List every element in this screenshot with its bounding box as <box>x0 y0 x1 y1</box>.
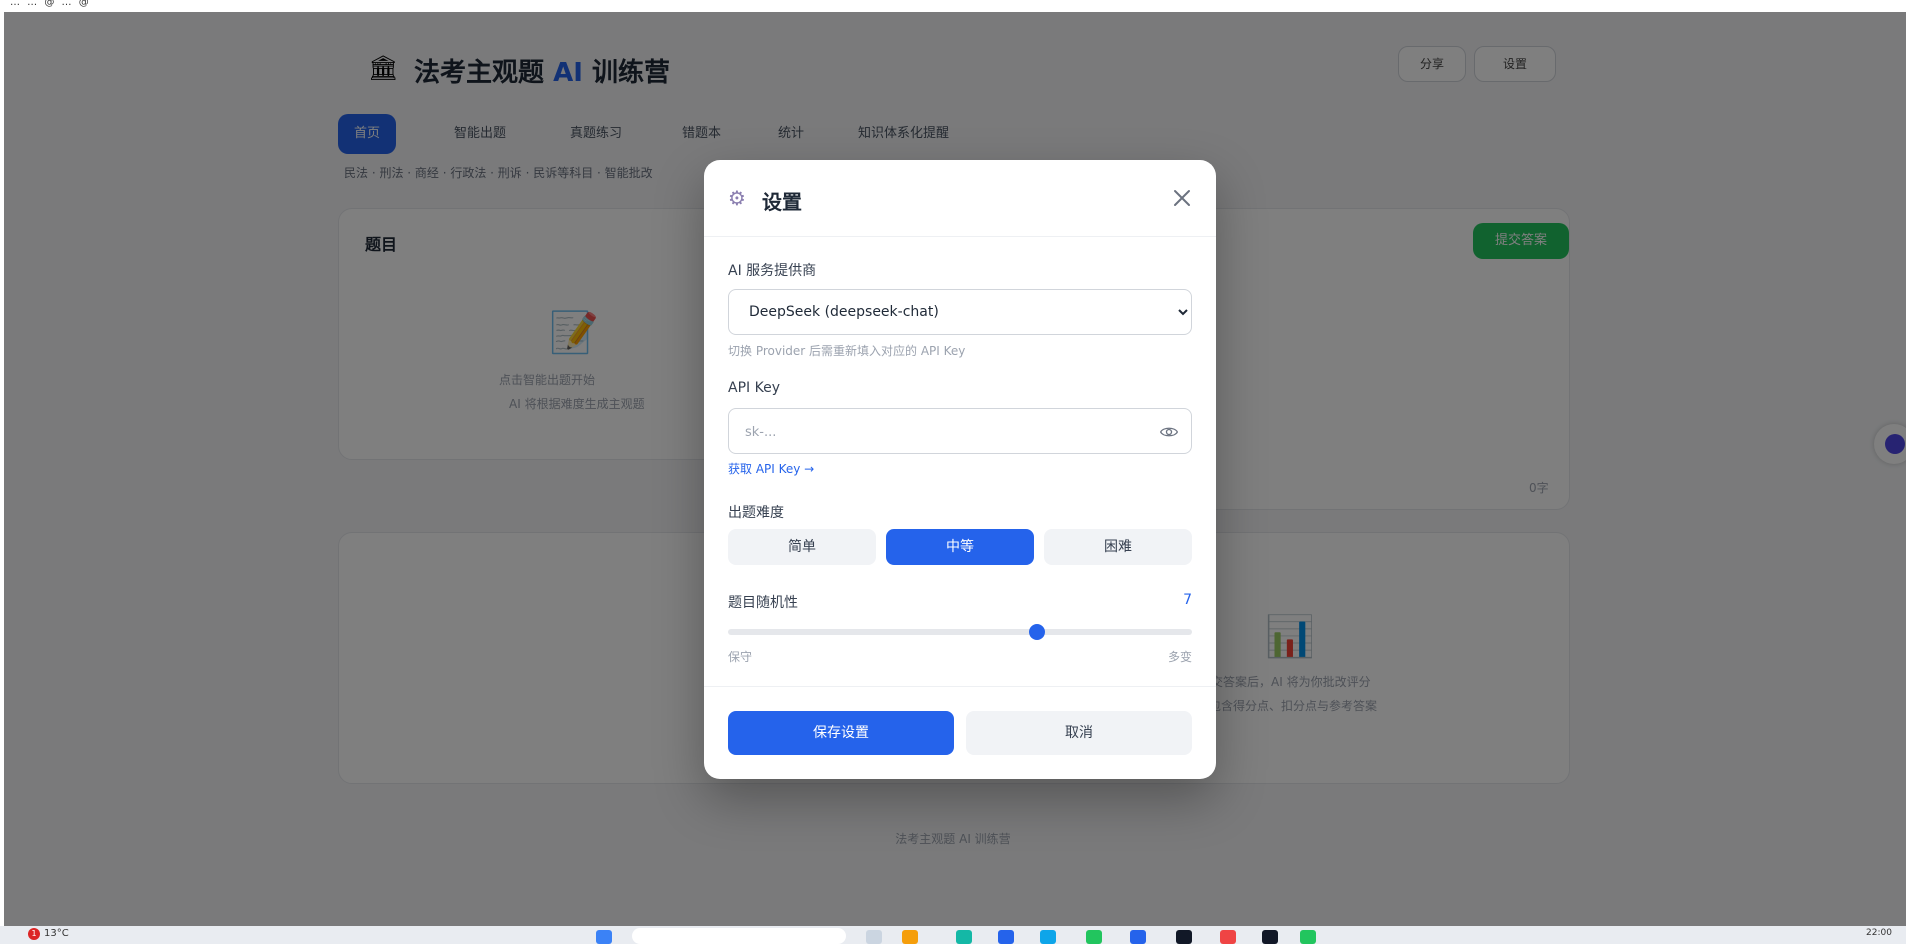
taskbar-search[interactable] <box>632 928 846 944</box>
get-api-key-link[interactable]: 获取 API Key → <box>728 460 814 477</box>
randomness-label: 题目随机性 <box>728 595 798 611</box>
save-settings-button[interactable]: 保存设置 <box>728 711 954 755</box>
start-icon[interactable] <box>596 930 612 944</box>
app-icon-1[interactable] <box>998 930 1014 944</box>
app-icon-5[interactable] <box>1176 930 1192 944</box>
modal-footer: 保存设置 取消 <box>704 686 1216 780</box>
files-icon[interactable] <box>866 930 882 944</box>
gear-icon: ⚙ <box>728 186 746 210</box>
api-key-field <box>728 408 1192 454</box>
browser-strip-text: … … @ … @ <box>10 0 91 8</box>
settings-modal: ⚙ 设置 AI 服务提供商 DeepSeek (deepseek-chat) 切… <box>704 160 1216 779</box>
provider-label: AI 服务提供商 <box>728 263 817 279</box>
modal-header: ⚙ 设置 <box>704 160 1216 237</box>
difficulty-easy-button[interactable]: 简单 <box>728 529 876 565</box>
edge-icon[interactable] <box>956 930 972 944</box>
taskbar-clock: 22:00 <box>1866 928 1892 938</box>
app-icon-2[interactable] <box>1040 930 1056 944</box>
cancel-button[interactable]: 取消 <box>966 711 1192 755</box>
app-icon-8[interactable] <box>1300 930 1316 944</box>
folder-icon[interactable] <box>902 930 918 944</box>
weather-temp: 13°C <box>44 928 69 939</box>
randomness-max-label: 多变 <box>1167 650 1192 664</box>
os-taskbar: 1 13°C 22:00 <box>0 926 1906 944</box>
difficulty-label: 出题难度 <box>728 505 784 521</box>
api-key-label: API Key <box>728 380 780 396</box>
app-icon-4[interactable] <box>1130 930 1146 944</box>
app-icon-6[interactable] <box>1220 930 1236 944</box>
weather-badge: 1 <box>28 928 40 940</box>
provider-select[interactable]: DeepSeek (deepseek-chat) <box>728 289 1192 335</box>
difficulty-medium-button[interactable]: 中等 <box>886 529 1034 565</box>
close-button[interactable] <box>1168 184 1196 212</box>
randomness-slider-thumb[interactable] <box>1029 624 1046 640</box>
close-icon <box>1174 190 1190 206</box>
modal-title: 设置 <box>762 190 802 214</box>
weather-widget[interactable]: 1 13°C <box>28 928 69 940</box>
api-key-input[interactable] <box>743 419 1147 445</box>
app-icon-3[interactable] <box>1086 930 1102 944</box>
randomness-value: 7 <box>1183 592 1192 608</box>
difficulty-hard-button[interactable]: 困难 <box>1044 529 1192 565</box>
browser-strip: … … @ … @ <box>0 0 1906 12</box>
eye-icon[interactable] <box>1159 422 1179 442</box>
provider-hint: 切换 Provider 后需重新填入对应的 API Key <box>728 344 966 358</box>
randomness-min-label: 保守 <box>728 650 753 664</box>
app-icon-7[interactable] <box>1262 930 1278 944</box>
randomness-slider[interactable] <box>728 624 1192 640</box>
